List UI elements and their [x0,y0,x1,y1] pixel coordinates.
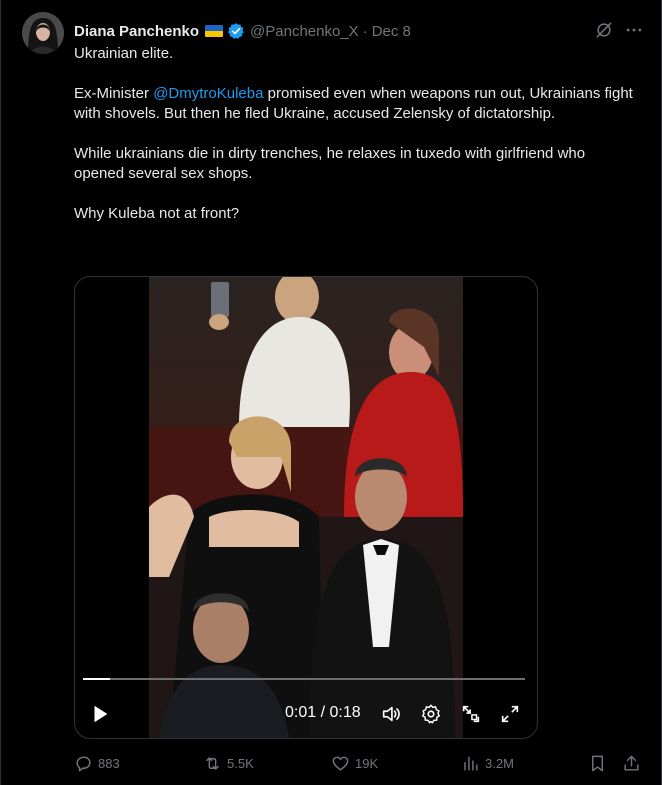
post-paragraph: While ukrainians die in dirty trenches, … [74,144,634,184]
video-progress-fill [83,678,110,680]
share-icon [624,755,639,771]
post-header: Diana Panchenko @Panchenko_X · Dec 8 [74,20,411,42]
mention-link[interactable]: @DmytroKuleba [153,85,263,102]
views-icon [464,755,478,771]
picture-in-picture-icon[interactable] [460,703,482,725]
video-time: 0:01 / 0:18 [285,704,361,721]
share-button[interactable] [622,751,646,775]
like-count: 19K [355,755,379,771]
reply-button[interactable]: 883 [74,751,120,775]
ukraine-flag-icon [205,25,224,37]
video-frame[interactable] [149,277,463,738]
bookmark-button[interactable] [588,751,612,775]
video-progress-bar[interactable] [83,678,525,680]
post-text: Ukrainian elite. Ex-Minister @DmytroKule… [74,44,634,244]
paragraph-text: While ukrainians die in dirty trenches, … [74,145,586,182]
post-paragraph: Ex-Minister @DmytroKuleba promised even … [74,84,634,124]
post-paragraph: Ukrainian elite. [74,44,634,64]
reply-icon [76,755,91,771]
avatar[interactable] [22,12,64,54]
like-button[interactable]: 19K [331,751,378,775]
like-icon [332,756,349,771]
views-button[interactable]: 3.2M [461,751,514,775]
separator: · [362,22,368,40]
paragraph-text: Ex-Minister [74,85,154,102]
video-player[interactable]: 0:01 / 0:18 [74,276,538,739]
grok-icon[interactable] [594,20,614,40]
verified-badge-icon[interactable] [227,22,245,40]
view-count: 3.2M [485,755,514,771]
repost-button[interactable]: 5.5K [203,751,254,775]
play-icon[interactable] [89,703,111,725]
paragraph-text: Ukrainian elite. [74,45,174,62]
bookmark-icon [592,755,603,771]
more-icon[interactable] [624,20,644,40]
fullscreen-icon[interactable] [499,703,521,725]
paragraph-text: Why Kuleba not at front? [74,205,240,222]
action-bar: 883 5.5K 19K 3.2M [74,751,644,775]
volume-icon[interactable] [380,703,402,725]
author-name[interactable]: Diana Panchenko [74,23,199,40]
repost-icon [206,756,219,770]
column-border-left [0,0,1,785]
post-paragraph: Why Kuleba not at front? [74,204,634,224]
post-date[interactable]: Dec 8 [372,23,411,40]
settings-icon[interactable] [420,703,442,725]
reply-count: 883 [98,755,120,771]
author-handle[interactable]: @Panchenko_X [250,23,359,40]
repost-count: 5.5K [227,755,254,771]
